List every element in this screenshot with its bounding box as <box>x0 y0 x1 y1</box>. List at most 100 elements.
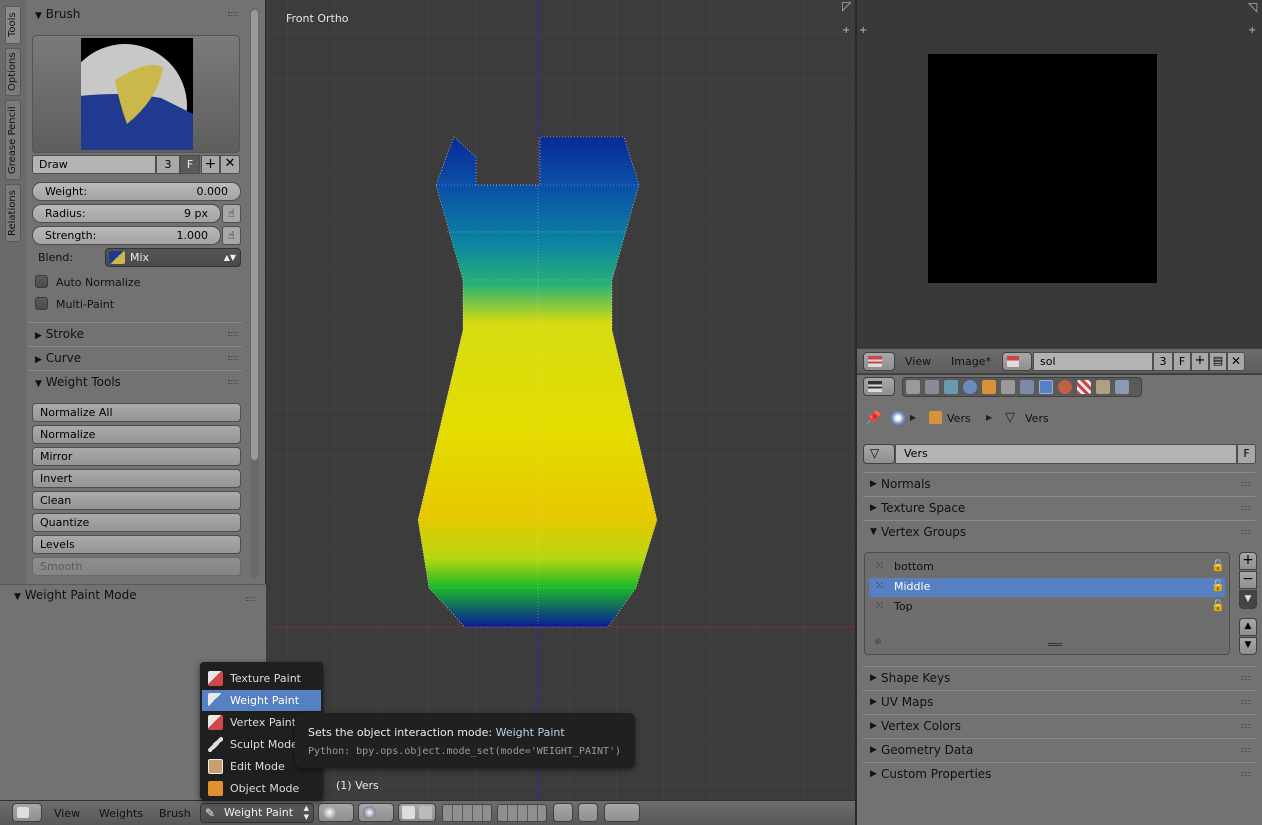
geometry-data-panel-header[interactable]: ▶ Geometry Data <box>863 738 1255 760</box>
mesh-name-field[interactable]: Vers <box>895 444 1237 464</box>
mesh-data-tab-icon[interactable] <box>1039 380 1053 394</box>
drag-handle-icon[interactable] <box>228 332 238 336</box>
constraints-tab-icon[interactable] <box>1001 380 1015 394</box>
strength-slider[interactable]: Strength: 1.000 <box>32 226 221 245</box>
render-layers-tab-icon[interactable] <box>925 380 939 394</box>
tab-relations[interactable]: Relations <box>5 184 21 242</box>
properties-toggle-icon[interactable]: + <box>842 25 854 37</box>
brush-name-field[interactable]: Draw <box>32 155 156 174</box>
vertex-groups-panel-header[interactable]: ▼ Vertex Groups <box>863 520 1255 542</box>
texture-tab-icon[interactable] <box>1077 380 1091 394</box>
drag-handle-icon[interactable] <box>1241 676 1251 680</box>
drag-handle-icon[interactable] <box>1241 772 1251 776</box>
strength-pressure-icon[interactable]: ☝ <box>222 226 241 245</box>
vertex-group-name[interactable]: bottom <box>894 560 934 573</box>
texture-space-panel-header[interactable]: ▶ Texture Space <box>863 496 1255 518</box>
drag-handle-icon[interactable] <box>1241 506 1251 510</box>
drag-handle-icon[interactable] <box>1241 530 1251 534</box>
physics-tab-icon[interactable] <box>1115 380 1129 394</box>
editor-type-button[interactable] <box>863 377 895 396</box>
fake-user-button[interactable]: F <box>180 155 200 174</box>
properties-toggle-icon[interactable]: + <box>1248 25 1256 36</box>
menu-image[interactable]: Image* <box>951 355 991 368</box>
move-up-icon[interactable]: ▲ <box>1239 618 1257 636</box>
tool-shelf-scrollbar-thumb[interactable] <box>251 10 258 460</box>
drag-handle-icon[interactable] <box>228 12 238 16</box>
drag-handle-icon[interactable] <box>1241 748 1251 752</box>
area-split-icon[interactable]: ◹ <box>1248 0 1257 14</box>
image-fake-user-button[interactable]: F <box>1173 352 1191 371</box>
unlink-image-icon[interactable]: ✕ <box>1227 352 1245 371</box>
menu-view[interactable]: View <box>905 355 931 368</box>
mesh-browse-button[interactable]: ▽ <box>863 444 895 464</box>
curve-panel-header[interactable]: ▶ Curve <box>28 346 242 368</box>
viewport-shading-button[interactable] <box>318 803 354 822</box>
3d-viewport[interactable]: Front Ortho (1) Vers ◸ + <box>267 0 855 800</box>
render-opengl-icon[interactable] <box>604 803 640 822</box>
particles-tab-icon[interactable] <box>1096 380 1110 394</box>
vertex-group-list[interactable]: ⁙ bottom 🔓 ⁙ Middle 🔓 ⁙ Top 🔓 ⊕ <box>864 552 1230 655</box>
drag-handle-icon[interactable] <box>1241 700 1251 704</box>
tool-shelf-scrollbar-track[interactable] <box>250 8 259 578</box>
image-name-field[interactable]: sol <box>1033 352 1153 371</box>
snap-icon[interactable] <box>578 803 598 822</box>
normalize-button[interactable]: Normalize <box>32 425 241 444</box>
mode-dropdown[interactable]: ✎ Weight Paint ▲ ▼ <box>200 803 314 823</box>
unlock-icon[interactable]: 🔓 <box>1211 559 1225 572</box>
clean-button[interactable]: Clean <box>32 491 241 510</box>
scene-tab-icon[interactable] <box>944 380 958 394</box>
list-item[interactable]: ⁙ Top 🔓 <box>869 598 1225 617</box>
list-item-selected[interactable]: ⁙ Middle 🔓 <box>869 578 1225 597</box>
pin-icon[interactable]: 📌 <box>865 411 881 426</box>
image-users-count[interactable]: 3 <box>1153 352 1173 371</box>
radius-slider[interactable]: Radius: 9 px <box>32 204 221 223</box>
tab-options[interactable]: Options <box>5 48 21 96</box>
stroke-panel-header[interactable]: ▶ Stroke <box>28 322 242 344</box>
vertex-group-name[interactable]: Top <box>894 600 913 613</box>
menu-brush[interactable]: Brush <box>159 807 191 820</box>
menu-item-weight-paint[interactable]: Weight Paint <box>202 690 321 711</box>
unlock-icon[interactable]: 🔓 <box>1211 599 1225 612</box>
toolshelf-toggle-icon[interactable]: + <box>859 25 867 36</box>
list-item[interactable]: ⁙ bottom 🔓 <box>869 558 1225 577</box>
vertex-colors-panel-header[interactable]: ▶ Vertex Colors <box>863 714 1255 736</box>
image-canvas[interactable] <box>928 54 1157 283</box>
drag-handle-icon[interactable] <box>1241 724 1251 728</box>
drag-handle-icon[interactable] <box>228 380 238 384</box>
add-vertex-group-icon[interactable]: + <box>1239 552 1257 570</box>
quantize-button[interactable]: Quantize <box>32 513 241 532</box>
editor-type-button[interactable] <box>863 352 895 371</box>
drag-handle-icon[interactable] <box>1241 482 1251 486</box>
modifiers-tab-icon[interactable] <box>1020 380 1034 394</box>
drag-handle-icon[interactable] <box>228 356 238 360</box>
uv-maps-panel-header[interactable]: ▶ UV Maps <box>863 690 1255 712</box>
multi-paint-checkbox[interactable] <box>35 297 48 310</box>
render-tab-icon[interactable] <box>906 380 920 394</box>
tab-tools[interactable]: Tools <box>5 6 21 44</box>
weight-painted-mesh[interactable] <box>417 136 658 628</box>
layer-buttons-group-2[interactable] <box>497 804 547 822</box>
custom-properties-panel-header[interactable]: ▶ Custom Properties <box>863 762 1255 784</box>
brush-preview-frame[interactable] <box>32 35 240 153</box>
area-split-icon[interactable]: ◸ <box>842 0 854 12</box>
vertex-group-specials-icon[interactable]: ▼ <box>1239 590 1257 609</box>
mask-toggle-button[interactable] <box>398 803 436 822</box>
unlink-brush-icon[interactable]: ✕ <box>220 155 240 174</box>
radius-pressure-icon[interactable]: ☝ <box>222 204 241 223</box>
shape-keys-panel-header[interactable]: ▶ Shape Keys <box>863 666 1255 688</box>
normalize-all-button[interactable]: Normalize All <box>32 403 241 422</box>
new-brush-icon[interactable]: + <box>201 155 220 174</box>
normals-panel-header[interactable]: ▶ Normals <box>863 472 1255 494</box>
object-tab-icon[interactable] <box>982 380 996 394</box>
brush-users-count[interactable]: 3 <box>156 155 180 174</box>
material-tab-icon[interactable] <box>1058 380 1072 394</box>
brush-panel-header[interactable]: ▼ Brush <box>28 3 242 25</box>
levels-button[interactable]: Levels <box>32 535 241 554</box>
drag-handle-icon[interactable] <box>246 597 256 601</box>
unlock-icon[interactable]: 🔓 <box>1211 579 1225 592</box>
remove-vertex-group-icon[interactable]: − <box>1239 571 1257 589</box>
menu-view[interactable]: View <box>54 807 80 820</box>
operator-panel-header[interactable]: ▼ Weight Paint Mode <box>14 588 137 602</box>
menu-weights[interactable]: Weights <box>99 807 143 820</box>
vertex-group-name[interactable]: Middle <box>894 580 930 593</box>
